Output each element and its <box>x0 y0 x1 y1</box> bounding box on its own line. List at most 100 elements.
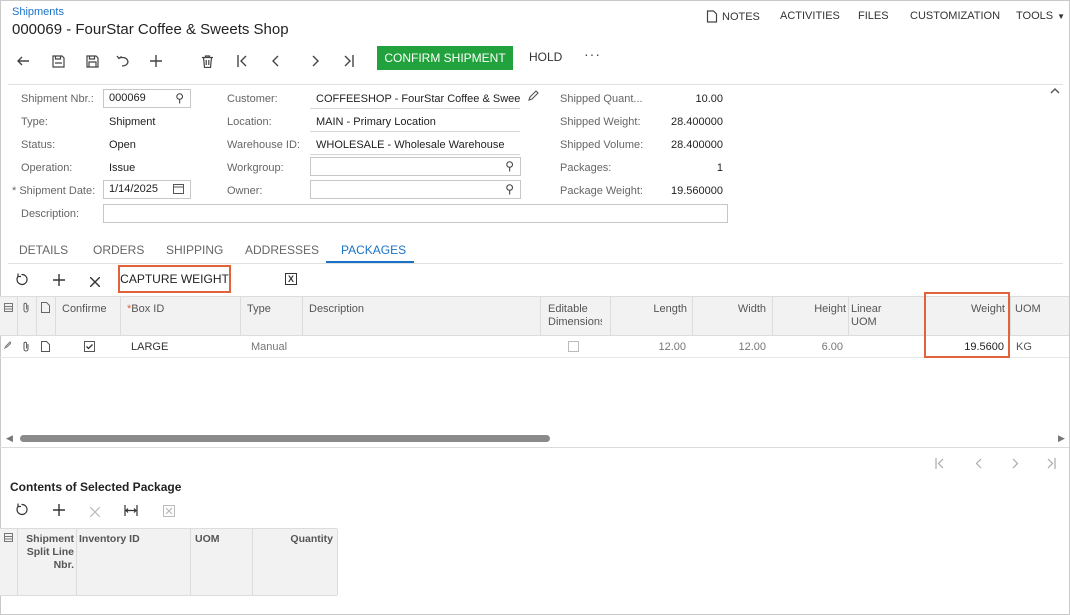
last-page-icon[interactable] <box>1046 456 1056 472</box>
col-uom[interactable]: UOM <box>1015 303 1041 316</box>
col-quantity[interactable]: Quantity <box>256 533 333 546</box>
tab-details[interactable]: DETAILS <box>19 243 68 257</box>
width-cell[interactable]: 12.00 <box>700 341 766 353</box>
pencil-icon[interactable] <box>527 90 539 105</box>
scroll-right-icon[interactable]: ▶ <box>1058 433 1065 444</box>
note-icon[interactable] <box>41 341 50 355</box>
column-config-icon[interactable] <box>4 303 13 316</box>
confirm-shipment-button[interactable]: CONFIRM SHIPMENT <box>377 46 513 70</box>
col-uom[interactable]: UOM <box>195 533 220 546</box>
prev-page-icon[interactable] <box>975 456 982 472</box>
type-cell: Manual <box>251 341 288 353</box>
scroll-left-icon[interactable]: ◀ <box>6 433 13 444</box>
column-config-icon[interactable] <box>4 533 13 546</box>
col-divider <box>302 297 303 335</box>
type-label: Type: <box>21 116 48 128</box>
last-record-icon[interactable] <box>337 50 359 72</box>
warehouse-underline <box>310 154 520 155</box>
notes-menu[interactable]: NOTES <box>706 10 760 23</box>
status-label: Status: <box>21 139 56 151</box>
capture-weight-button[interactable]: CAPTURE WEIGHT <box>118 265 231 293</box>
location-value[interactable]: MAIN - Primary Location <box>316 116 436 128</box>
fit-columns-icon[interactable] <box>124 503 138 520</box>
confirmed-checkbox[interactable] <box>84 341 95 355</box>
col-inventory-id[interactable]: Inventory ID <box>79 533 140 546</box>
col-height[interactable]: Height <box>790 303 846 316</box>
col-linear-uom[interactable]: Linear UOM <box>851 303 887 329</box>
col-type[interactable]: Type <box>247 303 271 316</box>
note-column-icon <box>41 302 50 317</box>
refresh-icon[interactable] <box>15 503 28 520</box>
workgroup-field[interactable]: ⚲ <box>310 157 521 176</box>
more-actions-button[interactable]: ··· <box>584 46 601 62</box>
col-editable-dimensions[interactable]: Editable Dimensions <box>548 303 602 329</box>
attachment-icon[interactable] <box>22 341 30 355</box>
save-close-icon[interactable] <box>47 50 69 72</box>
hold-button[interactable]: HOLD <box>529 50 562 64</box>
shipment-date-value: 1/14/2025 <box>109 183 158 195</box>
editable-dimensions-checkbox[interactable] <box>568 341 579 355</box>
add-row-icon[interactable] <box>53 273 65 290</box>
add-icon[interactable] <box>145 50 167 72</box>
contents-section-title: Contents of Selected Package <box>10 480 182 494</box>
package-weight-label: Package Weight: <box>560 185 643 197</box>
activities-menu[interactable]: ACTIVITIES <box>780 10 840 22</box>
col-divider <box>1010 297 1011 335</box>
col-shipment-split-line[interactable]: Shipment Split Line Nbr. <box>22 533 74 572</box>
box-id-cell[interactable]: LARGE <box>131 341 168 353</box>
delete-icon[interactable] <box>196 50 218 72</box>
undo-icon[interactable] <box>112 50 134 72</box>
excel-export-icon[interactable]: X <box>285 273 297 285</box>
tab-orders[interactable]: ORDERS <box>93 243 144 257</box>
horizontal-scrollbar[interactable] <box>20 435 550 442</box>
description-label: Description: <box>21 208 80 220</box>
save-icon[interactable] <box>81 50 103 72</box>
next-page-icon[interactable] <box>1012 456 1019 472</box>
files-menu[interactable]: FILES <box>858 10 889 22</box>
shipped-volume-value: 28.400000 <box>671 139 723 151</box>
breadcrumb-shipments[interactable]: Shipments <box>12 6 64 18</box>
back-arrow-icon[interactable] <box>12 50 34 72</box>
shipment-nbr-value: 000069 <box>109 92 146 104</box>
first-page-icon[interactable] <box>935 456 945 472</box>
customer-value[interactable]: COFFEESHOP - FourStar Coffee & Swee <box>316 93 529 105</box>
tab-addresses[interactable]: ADDRESSES <box>245 243 319 257</box>
grid-bottom-divider <box>0 447 1069 448</box>
owner-field[interactable]: ⚲ <box>310 180 521 199</box>
search-icon[interactable]: ⚲ <box>505 159 514 173</box>
collapse-caret-icon[interactable] <box>1050 84 1060 98</box>
delete-row-icon[interactable] <box>89 274 101 291</box>
prev-record-icon[interactable] <box>264 50 286 72</box>
shipment-nbr-field[interactable]: 000069 ⚲ <box>103 89 191 108</box>
add-row-icon[interactable] <box>53 503 65 520</box>
search-icon[interactable]: ⚲ <box>505 182 514 196</box>
col-confirmed[interactable]: Confirmed <box>62 303 106 316</box>
tools-label: TOOLS <box>1016 10 1054 22</box>
description-field[interactable] <box>103 204 728 223</box>
height-cell[interactable]: 6.00 <box>780 341 843 353</box>
length-cell[interactable]: 12.00 <box>620 341 686 353</box>
row-selector-icon[interactable] <box>3 341 12 353</box>
workgroup-label: Workgroup: <box>227 162 284 174</box>
customer-underline <box>310 108 520 109</box>
col-box-id[interactable]: *Box ID <box>127 303 164 316</box>
packages-grid-header <box>0 296 1069 336</box>
page-title: 000069 - FourStar Coffee & Sweets Shop <box>12 21 289 38</box>
warehouse-value[interactable]: WHOLESALE - Wholesale Warehouse <box>316 139 505 151</box>
tab-shipping[interactable]: SHIPPING <box>166 243 223 257</box>
col-width[interactable]: Width <box>700 303 766 316</box>
shipment-date-field[interactable]: 1/14/2025 <box>103 180 191 199</box>
search-icon[interactable]: ⚲ <box>175 91 184 105</box>
tools-menu[interactable]: TOOLS ▼ <box>1016 10 1065 22</box>
next-record-icon[interactable] <box>305 50 327 72</box>
col-divider <box>120 297 121 335</box>
operation-label: Operation: <box>21 162 73 174</box>
excel-export-icon <box>163 504 175 521</box>
refresh-icon[interactable] <box>15 273 28 290</box>
col-length[interactable]: Length <box>620 303 687 316</box>
tab-packages[interactable]: PACKAGES <box>341 243 406 257</box>
col-description[interactable]: Description <box>309 303 364 316</box>
calendar-icon[interactable] <box>173 183 184 197</box>
customization-menu[interactable]: CUSTOMIZATION <box>910 10 1000 22</box>
first-record-icon[interactable] <box>231 50 253 72</box>
